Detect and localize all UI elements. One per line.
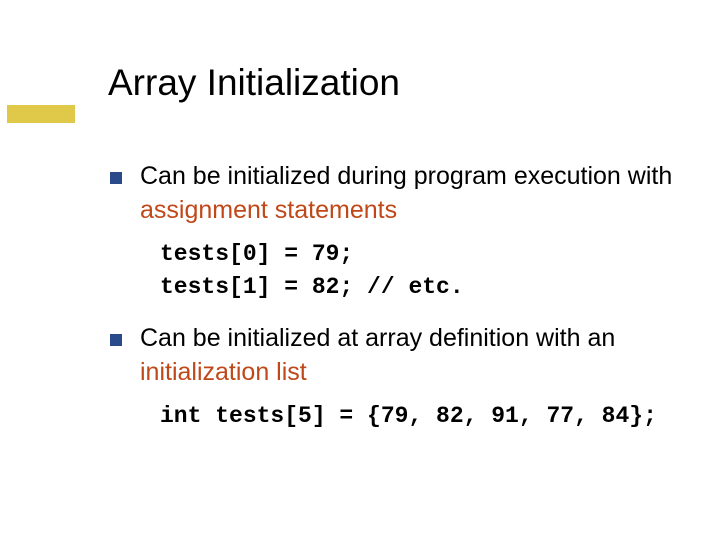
bullet-2-highlight: initialization list (140, 358, 307, 386)
slide-title: Array Initialization (108, 62, 400, 104)
code-block-2: int tests[5] = {79, 82, 91, 77, 84}; (160, 400, 680, 433)
bullet-1-highlight: assignment statements (140, 196, 397, 224)
slide-content: Can be initialized during program execut… (110, 160, 680, 451)
bullet-item-1: Can be initialized during program execut… (110, 160, 680, 228)
code-block-1: tests[0] = 79; tests[1] = 82; // etc. (160, 238, 680, 305)
bullet-2-part-1: Can be initialized at array definition w… (140, 324, 615, 352)
bullet-text-1: Can be initialized during program execut… (140, 160, 680, 228)
bullet-square-icon (110, 172, 122, 184)
title-accent-bar (7, 105, 75, 123)
bullet-1-part-1: Can be initialized during program execut… (140, 162, 672, 190)
bullet-square-icon (110, 334, 122, 346)
bullet-text-2: Can be initialized at array definition w… (140, 322, 680, 390)
bullet-item-2: Can be initialized at array definition w… (110, 322, 680, 390)
